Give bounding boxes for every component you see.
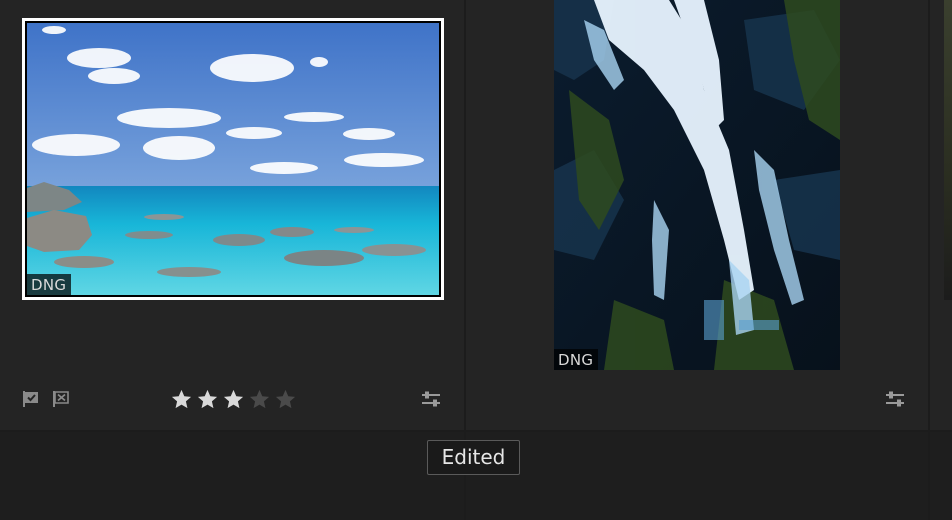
format-badge: DNG xyxy=(27,274,72,295)
flag-reject-icon[interactable] xyxy=(52,390,70,408)
tooltip: Edited xyxy=(427,440,520,475)
format-badge: DNG xyxy=(554,349,599,370)
adjustments-sliders-icon[interactable] xyxy=(421,389,441,409)
star-icon[interactable] xyxy=(248,388,271,411)
grid-cell-6-partial[interactable] xyxy=(930,432,952,520)
star-rating[interactable] xyxy=(170,388,297,414)
star-icon[interactable] xyxy=(222,388,245,411)
star-icon[interactable] xyxy=(170,388,193,411)
grid-cell-5[interactable] xyxy=(466,432,928,520)
star-icon[interactable] xyxy=(274,388,297,411)
flag-pick-icon[interactable] xyxy=(22,390,40,408)
grid-cell-4[interactable] xyxy=(0,432,464,520)
adjustments-sliders-icon[interactable] xyxy=(885,389,905,409)
waterfall-image xyxy=(554,0,840,370)
star-icon[interactable] xyxy=(196,388,219,411)
beach-image xyxy=(27,23,439,295)
photo-thumbnail-beach[interactable]: DNG xyxy=(22,18,444,300)
next-thumbnail-edge xyxy=(944,0,952,300)
photo-thumbnail-waterfall[interactable]: DNG xyxy=(554,0,840,370)
